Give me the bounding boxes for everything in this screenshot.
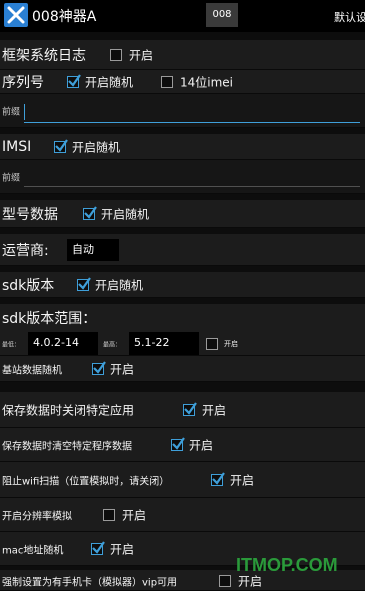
default-settings-button[interactable]: 默认设 xyxy=(334,9,365,25)
base-station-row: 基站数据随机 开启 xyxy=(0,356,365,382)
sdk-max-select[interactable]: 5.1-22 xyxy=(129,332,199,356)
save-clear-option: 开启 xyxy=(189,438,214,453)
imsi-prefix-input[interactable] xyxy=(24,186,360,187)
imsi-random-option: 开启随机 xyxy=(72,140,121,155)
sdk-label: sdk版本 xyxy=(2,278,55,294)
sdk-max-label: 最高： xyxy=(103,341,122,349)
imsi-row: IMSI 开启随机 xyxy=(0,134,365,160)
framework-log-checkbox[interactable] xyxy=(110,49,122,61)
base-station-checkbox[interactable] xyxy=(92,361,106,375)
carrier-label: 运营商: xyxy=(2,243,49,259)
app-title: 008神器A xyxy=(32,9,97,25)
serial-imei-checkbox[interactable] xyxy=(161,76,173,88)
imsi-random-checkbox[interactable] xyxy=(54,139,68,153)
base-station-label: 基站数据随机 xyxy=(2,365,62,377)
sdk-range-label: sdk版本范围： xyxy=(2,311,97,327)
sdk-random-option: 开启随机 xyxy=(95,278,144,293)
serial-row: 序列号 开启随机 14位imei xyxy=(0,70,365,94)
serial-prefix-cursor xyxy=(24,104,25,120)
carrier-select[interactable]: 自动 xyxy=(67,239,119,261)
sdk-min-select[interactable]: 4.0.2-14 xyxy=(28,332,98,356)
sdk-range-checkbox[interactable] xyxy=(206,338,218,350)
base-station-option: 开启 xyxy=(110,362,135,377)
mac-checkbox[interactable] xyxy=(91,541,105,555)
serial-label: 序列号 xyxy=(2,75,44,91)
framework-log-label: 框架系统日志 xyxy=(2,48,86,64)
resolution-checkbox[interactable] xyxy=(103,509,115,521)
carrier-row: 运营商: 自动 xyxy=(0,234,365,266)
block-wifi-option: 开启 xyxy=(230,473,255,488)
save-close-checkbox[interactable] xyxy=(183,402,197,416)
sdk-range-option: 开启 xyxy=(224,340,238,348)
imsi-prefix-label: 前缀 xyxy=(2,173,21,184)
sdk-range-row: sdk版本范围： 最低： 4.0.2-14 最高： 5.1-22 开启 xyxy=(0,304,365,356)
block-wifi-row: 阻止wifi扫描（位置模拟时，请关闭） 开启 xyxy=(0,462,365,498)
sdk-row: sdk版本 开启随机 xyxy=(0,272,365,298)
sdk-min-label: 最低： xyxy=(2,341,21,349)
block-wifi-checkbox[interactable] xyxy=(211,472,225,486)
tools-icon[interactable] xyxy=(4,3,28,27)
serial-imei-option: 14位imei xyxy=(180,75,234,90)
model-row: 型号数据 开启随机 xyxy=(0,200,365,228)
save-close-option: 开启 xyxy=(202,403,227,418)
mac-label: mac地址随机 xyxy=(2,545,64,557)
serial-random-checkbox[interactable] xyxy=(67,74,81,88)
serial-prefix-row: 前缀 xyxy=(0,94,365,128)
mac-option: 开启 xyxy=(110,542,135,557)
serial-random-option: 开启随机 xyxy=(85,75,134,90)
save-clear-row: 保存数据时清空特定程序数据 开启 xyxy=(0,428,365,462)
framework-log-option: 开启 xyxy=(129,48,154,63)
sdk-random-checkbox[interactable] xyxy=(77,277,91,291)
model-random-option: 开启随机 xyxy=(101,207,150,222)
save-close-row: 保存数据时关闭特定应用 开启 xyxy=(0,392,365,428)
serial-prefix-label: 前缀 xyxy=(2,107,21,118)
save-clear-label: 保存数据时清空特定程序数据 xyxy=(2,441,132,453)
resolution-label: 开启分辨率模拟 xyxy=(2,511,72,523)
block-wifi-label: 阻止wifi扫描（位置模拟时，请关闭） xyxy=(2,476,170,488)
serial-prefix-input[interactable] xyxy=(24,122,360,123)
imsi-label: IMSI xyxy=(2,139,32,155)
save-clear-checkbox[interactable] xyxy=(171,437,185,451)
profile-tab[interactable]: 008 xyxy=(206,3,238,27)
sim-label: 强制设置为有手机卡（模拟器）vip可用 xyxy=(2,577,178,588)
save-close-label: 保存数据时关闭特定应用 xyxy=(2,403,135,418)
imsi-prefix-row: 前缀 xyxy=(0,160,365,194)
framework-log-row: 框架系统日志 开启 xyxy=(0,40,365,70)
model-random-checkbox[interactable] xyxy=(83,206,97,220)
watermark: ITMOP.COM xyxy=(236,555,338,575)
resolution-row: 开启分辨率模拟 开启 xyxy=(0,498,365,532)
sim-checkbox[interactable] xyxy=(219,574,231,587)
title-bar: 008神器A 008 默认设 xyxy=(0,0,365,32)
model-label: 型号数据 xyxy=(2,207,58,223)
resolution-option: 开启 xyxy=(122,508,147,523)
